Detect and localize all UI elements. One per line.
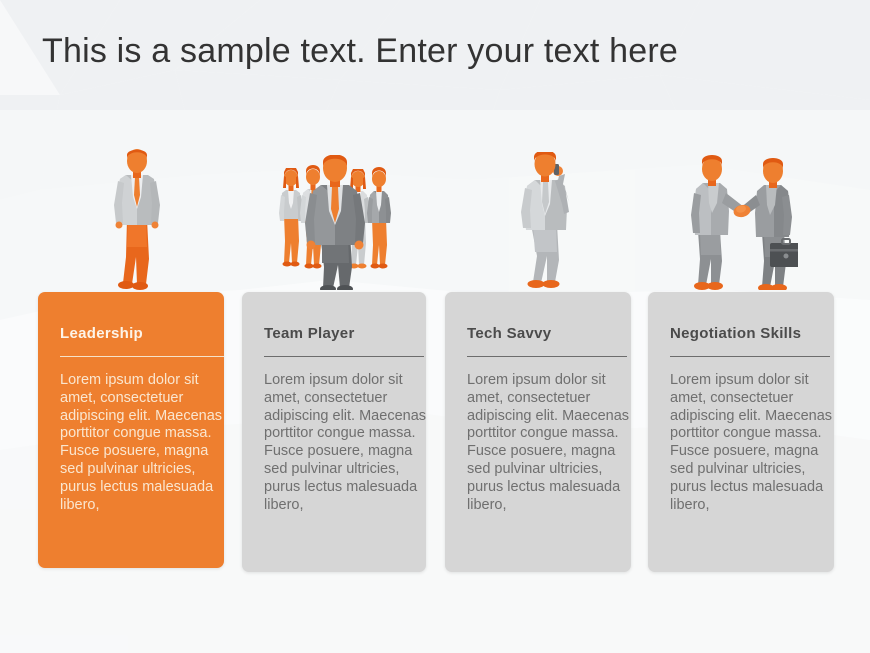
card-tech-savvy[interactable]: Tech Savvy Lorem ipsum dolor sit amet, c… (445, 292, 631, 572)
cards-row: Leadership Lorem ipsum dolor sit amet, c… (0, 292, 870, 582)
page-title: This is a sample text. Enter your text h… (42, 32, 678, 70)
card-divider (60, 356, 224, 357)
card-body: Lorem ipsum dolor sit amet, consectetuer… (60, 372, 223, 513)
card-body: Lorem ipsum dolor sit amet, consectetuer… (264, 372, 427, 513)
card-negotiation-skills[interactable]: Negotiation Skills Lorem ipsum dolor sit… (648, 292, 834, 572)
card-title: Team Player (264, 325, 355, 342)
card-body: Lorem ipsum dolor sit amet, consectetuer… (467, 372, 630, 513)
illustration-row (0, 140, 870, 290)
handshake-deal-icon (686, 155, 798, 290)
card-title: Leadership (60, 325, 144, 342)
card-title: Tech Savvy (467, 325, 552, 342)
slide-canvas: This is a sample text. Enter your text h… (0, 0, 870, 653)
businessman-walking-icon (102, 147, 172, 290)
card-divider (467, 356, 627, 357)
card-divider (264, 356, 424, 357)
card-leadership[interactable]: Leadership Lorem ipsum dolor sit amet, c… (38, 292, 224, 568)
card-title: Negotiation Skills (670, 325, 802, 342)
businessman-on-phone-icon (513, 152, 577, 290)
card-divider (670, 356, 830, 357)
business-team-group-icon (276, 155, 398, 290)
card-team-player[interactable]: Team Player Lorem ipsum dolor sit amet, … (242, 292, 426, 572)
card-body: Lorem ipsum dolor sit amet, consectetuer… (670, 372, 833, 513)
